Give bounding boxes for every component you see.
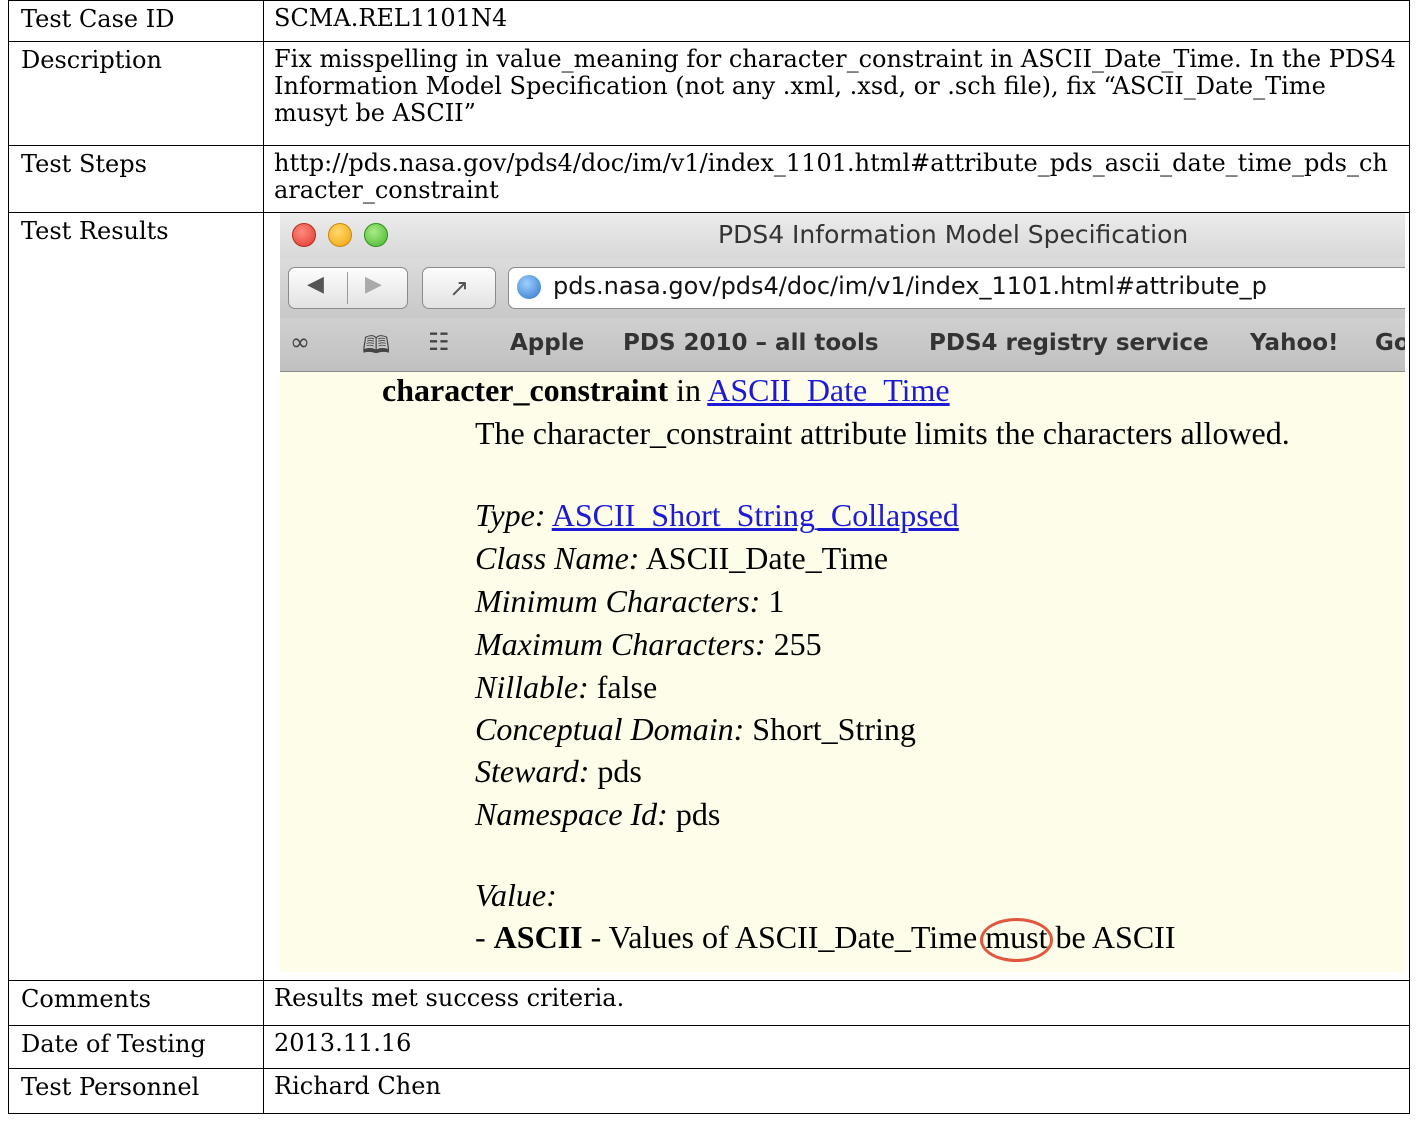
- test-steps-value: http://pds.nasa.gov/pds4/doc/im/v1/index…: [263, 145, 1410, 213]
- domain-line: Conceptual Domain: Short_String: [475, 711, 916, 748]
- share-icon[interactable]: ↗: [422, 267, 496, 309]
- bookmark-yahoo[interactable]: Yahoo!: [1250, 330, 1339, 356]
- bookmark-apple[interactable]: Apple: [510, 330, 584, 356]
- value-meaning-pre: - Values of ASCII_Date_Time: [582, 919, 986, 955]
- nav-buttons: ◀ ▶: [288, 267, 408, 309]
- value-line: - ASCII - Values of ASCII_Date_Time must…: [475, 918, 1176, 962]
- row-test-case-id: Test Case ID SCMA.REL1101N4: [8, 0, 1410, 42]
- address-bar[interactable]: pds.nasa.gov/pds4/doc/im/v1/index_1101.h…: [508, 267, 1405, 309]
- nillable-value: false: [596, 669, 658, 705]
- value-key: ASCII: [493, 919, 583, 955]
- nav-divider: [347, 272, 348, 304]
- back-arrow-icon[interactable]: ◀: [307, 272, 324, 297]
- max-chars-label: Maximum Characters:: [475, 626, 766, 662]
- comments-value: Results met success criteria.: [263, 980, 1410, 1026]
- bookmarks-icon[interactable]: 🕮: [362, 328, 390, 369]
- steward-line: Steward: pds: [475, 753, 642, 790]
- max-chars-value: 255: [773, 626, 822, 662]
- row-test-personnel: Test Personnel Richard Chen: [8, 1068, 1410, 1114]
- bookmarks-bar: ∞ 🕮 ☷ Apple PDS 2010 – all tools PDS4 re…: [280, 318, 1405, 372]
- min-chars-value: 1: [768, 583, 785, 619]
- class-name-value: ASCII_Date_Time: [645, 540, 889, 576]
- page-content: character_constraint in ASCII_Date_Time …: [280, 372, 1405, 972]
- type-label: Type:: [475, 497, 546, 533]
- max-chars-line: Maximum Characters: 255: [475, 626, 822, 663]
- description-value: Fix misspelling in value_meaning for cha…: [263, 41, 1410, 146]
- nillable-label: Nillable:: [475, 669, 589, 705]
- in-word: in: [668, 372, 708, 408]
- test-case-id-value: SCMA.REL1101N4: [263, 0, 1410, 42]
- zoom-window-icon[interactable]: [364, 223, 388, 247]
- bookmark-go[interactable]: Go: [1375, 330, 1405, 356]
- namespace-label: Namespace Id:: [475, 796, 668, 832]
- value-dash: -: [475, 919, 494, 955]
- reading-list-icon[interactable]: ∞: [290, 328, 310, 356]
- value-meaning-post: be ASCII: [1047, 919, 1176, 955]
- row-test-results: Test Results PDS4 Information Model Spec…: [8, 212, 1410, 981]
- test-results-label: Test Results: [8, 212, 264, 981]
- description-label: Description: [8, 41, 264, 146]
- browser-screenshot: PDS4 Information Model Specification ◀ ▶…: [280, 213, 1405, 972]
- class-link[interactable]: ASCII_Date_Time: [707, 372, 949, 408]
- forward-arrow-icon[interactable]: ▶: [365, 272, 382, 297]
- namespace-line: Namespace Id: pds: [475, 796, 720, 833]
- steward-value: pds: [597, 753, 642, 789]
- domain-value: Short_String: [752, 711, 916, 747]
- row-description: Description Fix misspelling in value_mea…: [8, 41, 1410, 146]
- browser-toolbar: ◀ ▶ ↗ pds.nasa.gov/pds4/doc/im/v1/index_…: [280, 258, 1405, 318]
- test-case-id-label: Test Case ID: [8, 0, 264, 42]
- type-line: Type: ASCII_Short_String_Collapsed: [475, 497, 959, 534]
- row-comments: Comments Results met success criteria.: [8, 980, 1410, 1026]
- date-of-testing-value: 2013.11.16: [263, 1025, 1410, 1069]
- highlighted-correction: must: [980, 918, 1054, 962]
- test-case-table: Test Case ID SCMA.REL1101N4 Description …: [8, 0, 1410, 1114]
- nillable-line: Nillable: false: [475, 669, 657, 706]
- row-date-of-testing: Date of Testing 2013.11.16: [8, 1025, 1410, 1069]
- test-personnel-label: Test Personnel: [8, 1068, 264, 1114]
- minimize-window-icon[interactable]: [328, 223, 352, 247]
- address-bar-url[interactable]: pds.nasa.gov/pds4/doc/im/v1/index_1101.h…: [553, 272, 1267, 300]
- comments-label: Comments: [8, 980, 264, 1026]
- type-link[interactable]: ASCII_Short_String_Collapsed: [552, 497, 959, 533]
- attribute-definition: The character_constraint attribute limit…: [475, 415, 1290, 451]
- bookmark-pds4-registry[interactable]: PDS4 registry service: [929, 330, 1209, 356]
- attribute-name: character_constraint: [382, 372, 669, 408]
- min-chars-line: Minimum Characters: 1: [475, 583, 784, 620]
- namespace-value: pds: [675, 796, 721, 832]
- window-titlebar: PDS4 Information Model Specification: [280, 213, 1405, 258]
- class-name-line: Class Name: ASCII_Date_Time: [475, 540, 888, 577]
- close-window-icon[interactable]: [292, 223, 316, 247]
- window-title: PDS4 Information Model Specification: [718, 220, 1189, 249]
- row-test-steps: Test Steps http://pds.nasa.gov/pds4/doc/…: [8, 145, 1410, 213]
- attribute-heading: character_constraint in ASCII_Date_Time: [382, 372, 950, 409]
- test-steps-label: Test Steps: [8, 145, 264, 213]
- test-results-screenshot-cell: PDS4 Information Model Specification ◀ ▶…: [263, 212, 1410, 981]
- date-of-testing-label: Date of Testing: [8, 1025, 264, 1069]
- top-sites-grid-icon[interactable]: ☷: [428, 328, 450, 356]
- domain-label: Conceptual Domain:: [475, 711, 745, 747]
- min-chars-label: Minimum Characters:: [475, 583, 761, 619]
- globe-icon: [517, 275, 541, 299]
- value-heading: Value:: [475, 877, 557, 913]
- bookmark-pds-2010[interactable]: PDS 2010 – all tools: [623, 330, 879, 356]
- steward-label: Steward:: [475, 753, 590, 789]
- test-personnel-value: Richard Chen: [263, 1068, 1410, 1114]
- class-name-label: Class Name:: [475, 540, 640, 576]
